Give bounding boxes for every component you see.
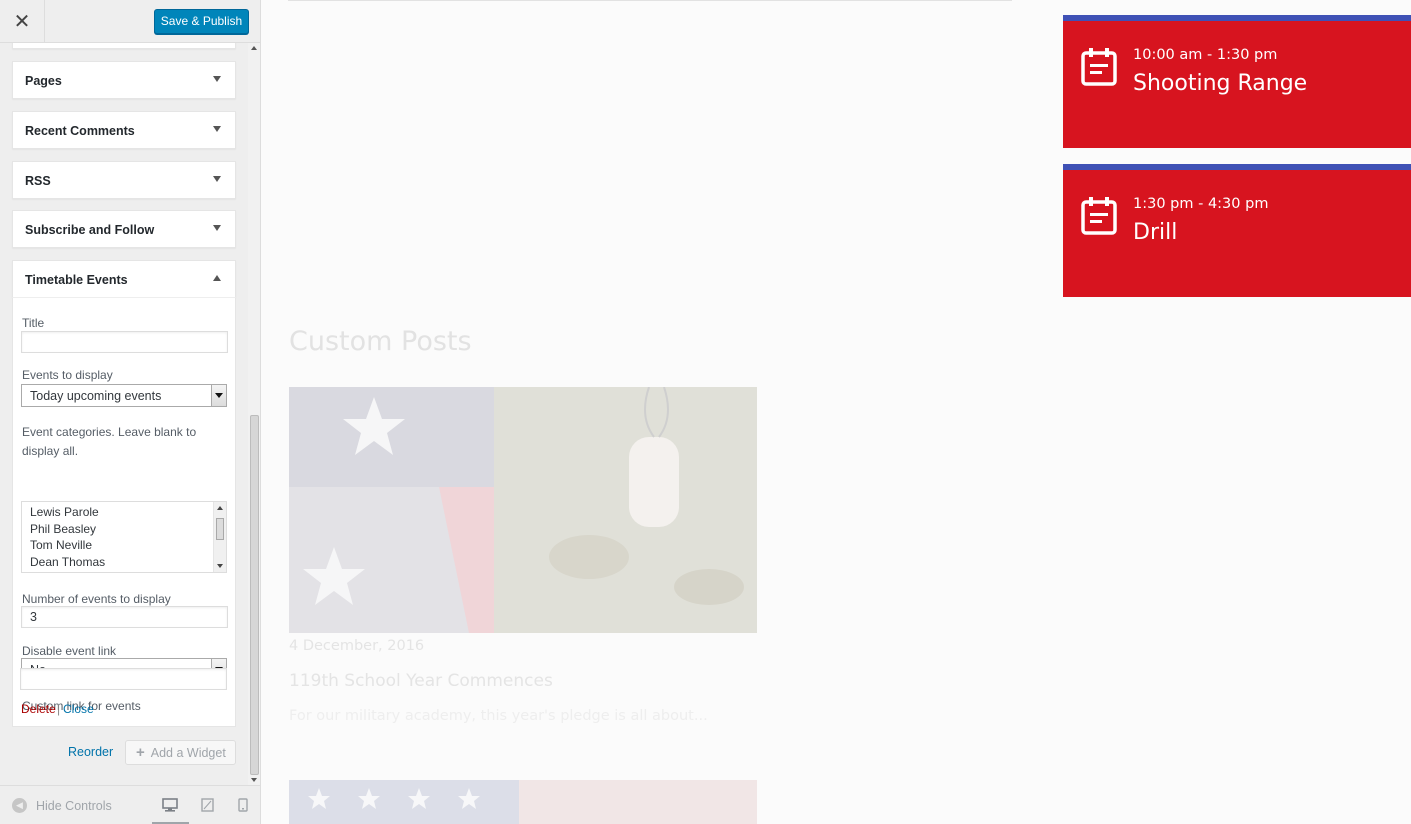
calendar-icon bbox=[1081, 197, 1117, 235]
title-input[interactable] bbox=[21, 331, 228, 353]
delete-link[interactable]: Delete bbox=[21, 702, 56, 716]
widget-title: Timetable Events bbox=[25, 273, 128, 287]
site-preview: 10:00 am - 1:30 pm Shooting Range 1:30 p… bbox=[262, 0, 1411, 824]
add-widget-button[interactable]: + Add a Widget bbox=[125, 740, 236, 765]
event-time: 10:00 am - 1:30 pm bbox=[1133, 47, 1278, 63]
widget-recent-comments[interactable]: Recent Comments bbox=[12, 111, 236, 149]
event-name[interactable]: Drill bbox=[1133, 220, 1177, 245]
mobile-icon[interactable] bbox=[238, 798, 248, 812]
categories-scrollbar[interactable] bbox=[213, 502, 226, 572]
reorder-button[interactable]: Reorder bbox=[68, 745, 113, 759]
number-of-events-label: Number of events to display bbox=[22, 592, 171, 606]
event-time: 1:30 pm - 4:30 pm bbox=[1133, 196, 1269, 212]
widget-title: RSS bbox=[25, 174, 51, 188]
hide-controls-icon: ◀ bbox=[12, 798, 27, 813]
disable-event-link-label: Disable event link bbox=[22, 644, 117, 658]
add-widget-label: Add a Widget bbox=[150, 746, 226, 760]
widget-title: Pages bbox=[25, 74, 62, 88]
title-label: Title bbox=[22, 316, 45, 330]
widget-title: Subscribe and Follow bbox=[25, 223, 155, 237]
tablet-icon[interactable] bbox=[201, 798, 214, 812]
flag-image bbox=[289, 780, 757, 824]
flag-dogtags-image bbox=[289, 387, 757, 633]
hide-controls-label: Hide Controls bbox=[36, 798, 112, 813]
chevron-down-icon[interactable] bbox=[213, 76, 221, 82]
close-icon: ✕ bbox=[13, 11, 31, 33]
save-publish-button[interactable]: Save & Publish bbox=[154, 9, 249, 34]
event-categories-label: Event categories. Leave blank to display… bbox=[22, 425, 197, 458]
scroll-up-icon[interactable] bbox=[251, 46, 257, 50]
chevron-up-icon[interactable] bbox=[213, 275, 221, 281]
chevron-down-icon[interactable] bbox=[213, 176, 221, 182]
custom-link-input[interactable] bbox=[20, 668, 227, 690]
divider bbox=[288, 0, 1012, 1]
post-image[interactable] bbox=[289, 780, 757, 824]
widget-subscribe-follow[interactable]: Subscribe and Follow bbox=[12, 210, 236, 248]
list-item[interactable]: Phil Beasley bbox=[22, 521, 226, 538]
close-link[interactable]: Close bbox=[63, 702, 94, 716]
customizer-header: ✕ Save & Publish bbox=[0, 0, 260, 43]
event-name[interactable]: Shooting Range bbox=[1133, 71, 1307, 96]
link-separator: | bbox=[57, 702, 61, 716]
customizer-sidebar: ✕ Save & Publish Pages Recent Comments R… bbox=[0, 0, 261, 824]
hide-controls-button[interactable]: ◀ Hide Controls bbox=[12, 798, 112, 813]
customizer-footer: ◀ Hide Controls bbox=[0, 785, 260, 824]
widget-partial[interactable] bbox=[12, 43, 236, 49]
list-item[interactable]: Lewis Parole bbox=[22, 504, 226, 521]
timetable-events-form: Title Events to display Today upcoming e… bbox=[12, 297, 236, 727]
section-title: Custom Posts bbox=[289, 326, 472, 357]
post-image[interactable] bbox=[289, 387, 757, 633]
events-to-display-select[interactable]: Today upcoming events bbox=[21, 384, 227, 407]
post-date: 4 December, 2016 bbox=[289, 638, 425, 654]
plus-icon: + bbox=[136, 744, 145, 761]
events-to-display-label: Events to display bbox=[22, 368, 113, 382]
widget-title: Recent Comments bbox=[25, 124, 135, 138]
post-excerpt: For our military academy, this year's pl… bbox=[289, 708, 708, 724]
desktop-icon[interactable] bbox=[162, 798, 178, 812]
widget-pages[interactable]: Pages bbox=[12, 61, 236, 99]
chevron-down-icon[interactable] bbox=[213, 126, 221, 132]
widgets-panel: Pages Recent Comments RSS Subscribe and … bbox=[0, 43, 248, 785]
scroll-thumb[interactable] bbox=[250, 415, 259, 775]
close-customizer-button[interactable]: ✕ bbox=[0, 0, 45, 43]
calendar-icon bbox=[1081, 48, 1117, 86]
scroll-up-icon[interactable] bbox=[217, 506, 223, 510]
scroll-down-icon[interactable] bbox=[251, 778, 257, 782]
panel-scrollbar[interactable] bbox=[248, 43, 260, 785]
event-categories-list[interactable]: Lewis Parole Phil Beasley Tom Neville De… bbox=[21, 501, 227, 573]
post-title[interactable]: 119th School Year Commences bbox=[289, 671, 553, 691]
event-card[interactable]: 10:00 am - 1:30 pm Shooting Range bbox=[1063, 15, 1411, 148]
chevron-down-icon[interactable] bbox=[213, 225, 221, 231]
scroll-down-icon[interactable] bbox=[217, 564, 223, 568]
number-of-events-input[interactable]: 3 bbox=[21, 606, 228, 628]
widget-timetable-events[interactable]: Timetable Events bbox=[12, 260, 236, 298]
list-item[interactable]: Dean Thomas bbox=[22, 554, 226, 571]
list-item[interactable]: Tom Neville bbox=[22, 537, 226, 554]
chevron-down-icon[interactable] bbox=[211, 385, 226, 406]
scroll-thumb[interactable] bbox=[216, 518, 224, 540]
widget-rss[interactable]: RSS bbox=[12, 161, 236, 199]
event-card[interactable]: 1:30 pm - 4:30 pm Drill bbox=[1063, 164, 1411, 297]
events-to-display-value: Today upcoming events bbox=[30, 389, 162, 403]
